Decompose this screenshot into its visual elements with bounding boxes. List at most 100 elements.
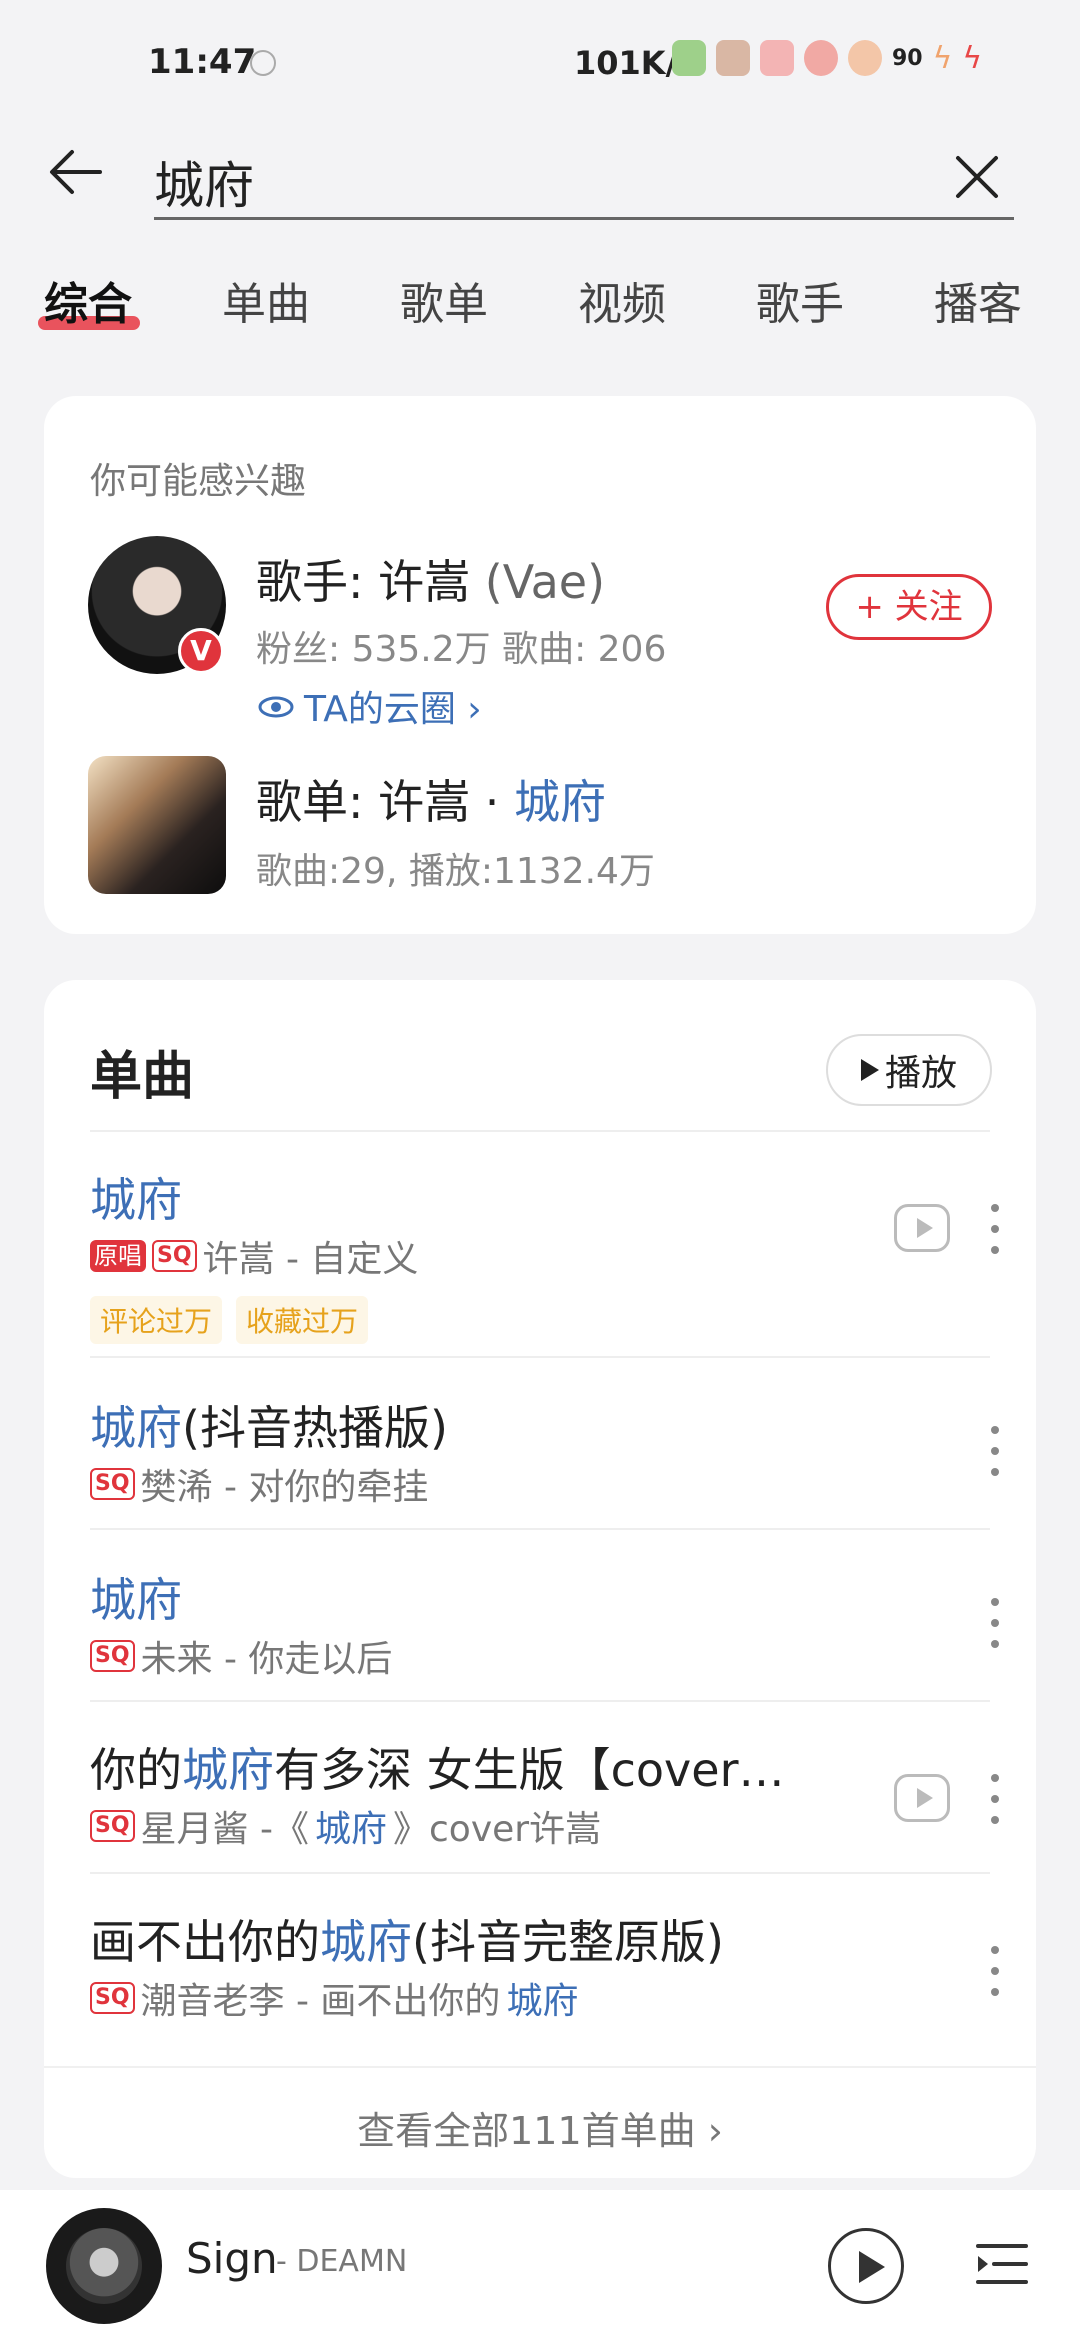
album-art <box>66 2228 142 2304</box>
artist-stats: 粉丝: 535.2万 歌曲: 206 <box>256 629 667 670</box>
songs-section-title: 单曲 <box>90 1047 195 1107</box>
now-playing-artist: - DEAMN <box>276 2244 408 2279</box>
signal-icon <box>672 40 706 76</box>
playlist-stats: 歌曲:29, 播放:1132.4万 <box>256 851 655 892</box>
badge-favorites: 收藏过万 <box>236 1296 369 1344</box>
cloud-link-label: TA的云圈 › <box>304 689 482 730</box>
mv-play-icon[interactable] <box>894 1774 950 1822</box>
tab-all[interactable]: 综合 <box>44 268 132 332</box>
back-arrow-icon <box>50 150 102 194</box>
song-title-post: (抖音热播版) <box>182 1401 448 1455</box>
search-row: 城府 <box>0 120 1080 230</box>
artist-alias: (Vae) <box>484 555 606 609</box>
status-time: 11:47 <box>148 42 257 82</box>
search-query: 城府 <box>154 157 254 215</box>
song-title-post: 有多深 女生版【cover… <box>274 1743 785 1797</box>
divider <box>90 1872 990 1874</box>
more-icon[interactable] <box>988 1946 1002 1996</box>
charging-icon: ϟ <box>932 40 953 76</box>
song-badges: 评论过万 收藏过万 <box>90 1296 369 1344</box>
divider <box>90 1700 990 1702</box>
song-artist-album: 未来 - 你走以后 <box>140 1639 393 1680</box>
song-title: 画不出你的城府(抖音完整原版) <box>90 1906 724 1972</box>
original-tag: 原唱 <box>90 1240 146 1272</box>
song-subtitle: SQ 潮音老李 - 画不出你的 城府 <box>90 1972 578 2024</box>
divider <box>90 1356 990 1358</box>
play-icon <box>860 1059 879 1081</box>
song-title: 你的城府有多深 女生版【cover… <box>90 1734 785 1800</box>
song-artist-album-highlight: 城府 <box>506 1981 579 2022</box>
battery-icon <box>848 40 882 76</box>
divider <box>44 2066 1036 2068</box>
more-icon[interactable] <box>988 1774 1002 1824</box>
artist-cloud-link[interactable]: TA的云圈 › <box>256 680 482 732</box>
album-disc[interactable] <box>46 2208 162 2324</box>
song-title: 城府(抖音热播版) <box>90 1392 448 1458</box>
wifi-icon <box>804 40 838 76</box>
song-artist-album: 樊浠 - 对你的牵挂 <box>140 1467 429 1508</box>
song-row[interactable]: 你的城府有多深 女生版【cover… SQ 星月酱 -《 城府 》cover许嵩 <box>90 1734 999 1864</box>
search-input[interactable]: 城府 <box>154 132 1014 220</box>
song-subtitle: SQ 未来 - 你走以后 <box>90 1630 392 1682</box>
song-subtitle: SQ 樊浠 - 对你的牵挂 <box>90 1458 428 1510</box>
hd-icon <box>760 40 794 76</box>
back-button[interactable] <box>44 140 108 204</box>
power-icon: ϟ <box>962 40 983 76</box>
song-subtitle: 原唱 SQ 许嵩 - 自定义 <box>90 1230 418 1282</box>
badge-comments: 评论过万 <box>90 1296 223 1344</box>
song-title-highlight: 城府 <box>320 1915 412 1969</box>
playlist-name[interactable]: 歌单: 许嵩 · 城府 <box>256 766 606 832</box>
playlist-button[interactable] <box>972 2234 1032 2294</box>
song-row[interactable]: 画不出你的城府(抖音完整原版) SQ 潮音老李 - 画不出你的 城府 <box>90 1906 999 2036</box>
more-icon[interactable] <box>988 1598 1002 1648</box>
playlist-icon <box>976 2244 1028 2284</box>
now-playing-title: Sign <box>186 2234 278 2283</box>
interest-title: 你可能感兴趣 <box>90 461 307 502</box>
follow-button[interactable]: + 关注 <box>826 574 992 640</box>
clear-button[interactable] <box>950 150 1004 204</box>
song-title-highlight: 城府 <box>182 1743 274 1797</box>
song-artist-album: 许嵩 - 自定义 <box>202 1239 419 1280</box>
cloud-circle-icon <box>258 696 294 718</box>
tab-playlists[interactable]: 歌单 <box>400 268 488 332</box>
close-icon <box>956 156 998 198</box>
more-icon[interactable] <box>988 1204 1002 1254</box>
tab-videos[interactable]: 视频 <box>578 268 666 332</box>
playlist-name-highlight: 城府 <box>514 775 606 829</box>
artist-name-text: 歌手: 许嵩 <box>256 555 471 609</box>
song-artist-album-highlight: 城府 <box>314 1809 387 1850</box>
status-icons: 90 ϟ ϟ <box>672 40 982 76</box>
play-all-label: 播放 <box>884 1053 957 1094</box>
sq-tag: SQ <box>90 1982 135 2014</box>
mv-play-icon[interactable] <box>894 1204 950 1252</box>
song-row[interactable]: 城府(抖音热播版) SQ 樊浠 - 对你的牵挂 <box>90 1392 999 1522</box>
notification-icon <box>250 50 276 76</box>
song-title-highlight: 城府 <box>90 1401 182 1455</box>
song-title: 城府 <box>90 1564 182 1630</box>
song-artist-album-pre: 潮音老李 - 画不出你的 <box>140 1981 501 2022</box>
song-title: 城府 <box>90 1164 182 1230</box>
song-row[interactable]: 城府 SQ 未来 - 你走以后 <box>90 1564 999 1694</box>
tab-podcasts[interactable]: 播客 <box>934 268 1022 332</box>
sim-icon <box>716 40 750 76</box>
interest-card: 你可能感兴趣 V 歌手: 许嵩 (Vae) 粉丝: 535.2万 歌曲: 206… <box>44 396 1036 934</box>
mini-player[interactable]: Sign - DEAMN <box>0 2190 1080 2340</box>
song-artist-album-pre: 星月酱 -《 <box>140 1809 309 1850</box>
battery-level: 90 <box>892 45 923 71</box>
play-pause-button[interactable] <box>828 2228 904 2304</box>
divider <box>90 1130 990 1132</box>
song-row[interactable]: 城府 原唱 SQ 许嵩 - 自定义 评论过万 收藏过万 <box>90 1164 999 1354</box>
sq-tag: SQ <box>90 1468 135 1500</box>
sq-tag: SQ <box>90 1810 135 1842</box>
playlist-cover[interactable] <box>88 756 226 894</box>
song-title-post: (抖音完整原版) <box>412 1915 724 1969</box>
playlist-name-prefix: 歌单: 许嵩 · <box>256 775 514 829</box>
play-all-button[interactable]: 播放 <box>826 1034 992 1106</box>
status-bar: 11:47 101K/s 90 ϟ ϟ <box>0 0 1080 120</box>
more-icon[interactable] <box>988 1426 1002 1476</box>
tab-artists[interactable]: 歌手 <box>756 268 844 332</box>
artist-name[interactable]: 歌手: 许嵩 (Vae) <box>256 546 605 612</box>
song-artist-album-post: 》cover许嵩 <box>393 1809 602 1850</box>
view-all-songs-link[interactable]: 查看全部111首单曲 › <box>44 2100 1036 2155</box>
tab-songs[interactable]: 单曲 <box>222 268 310 332</box>
